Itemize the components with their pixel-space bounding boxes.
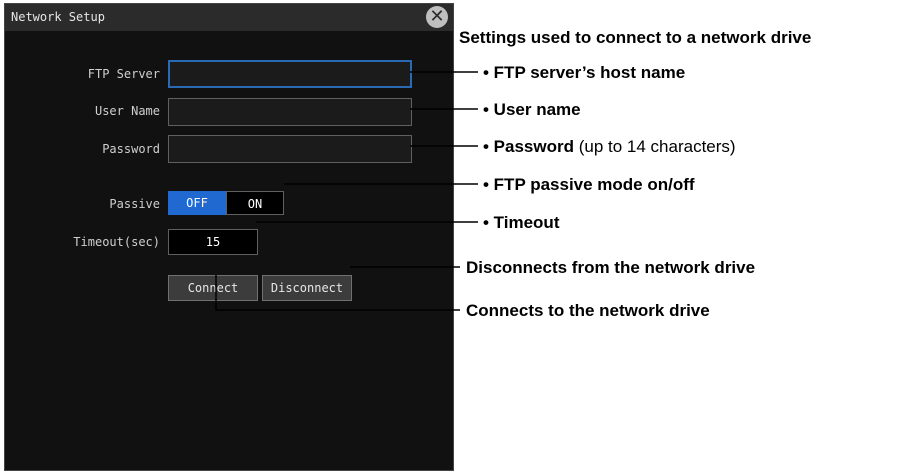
annotation-heading: Settings used to connect to a network dr… bbox=[459, 28, 812, 47]
annotation-password: • Password (up to 14 characters) bbox=[483, 137, 736, 157]
annotation-ftp-server: • FTP server’s host name bbox=[483, 63, 686, 82]
annotation-password-bold: • Password bbox=[483, 137, 574, 156]
annotation-user-name: • User name bbox=[483, 100, 581, 119]
annotation-timeout: • Timeout bbox=[483, 213, 560, 232]
callout-line-connect bbox=[215, 275, 460, 311]
annotation-password-rest: (up to 14 characters) bbox=[574, 137, 736, 156]
callout-lines bbox=[215, 71, 478, 311]
annotation-disconnect: Disconnects from the network drive bbox=[466, 258, 756, 277]
annotation-connect: Connects to the network drive bbox=[466, 301, 710, 320]
annotation-passive: • FTP passive mode on/off bbox=[483, 175, 695, 194]
